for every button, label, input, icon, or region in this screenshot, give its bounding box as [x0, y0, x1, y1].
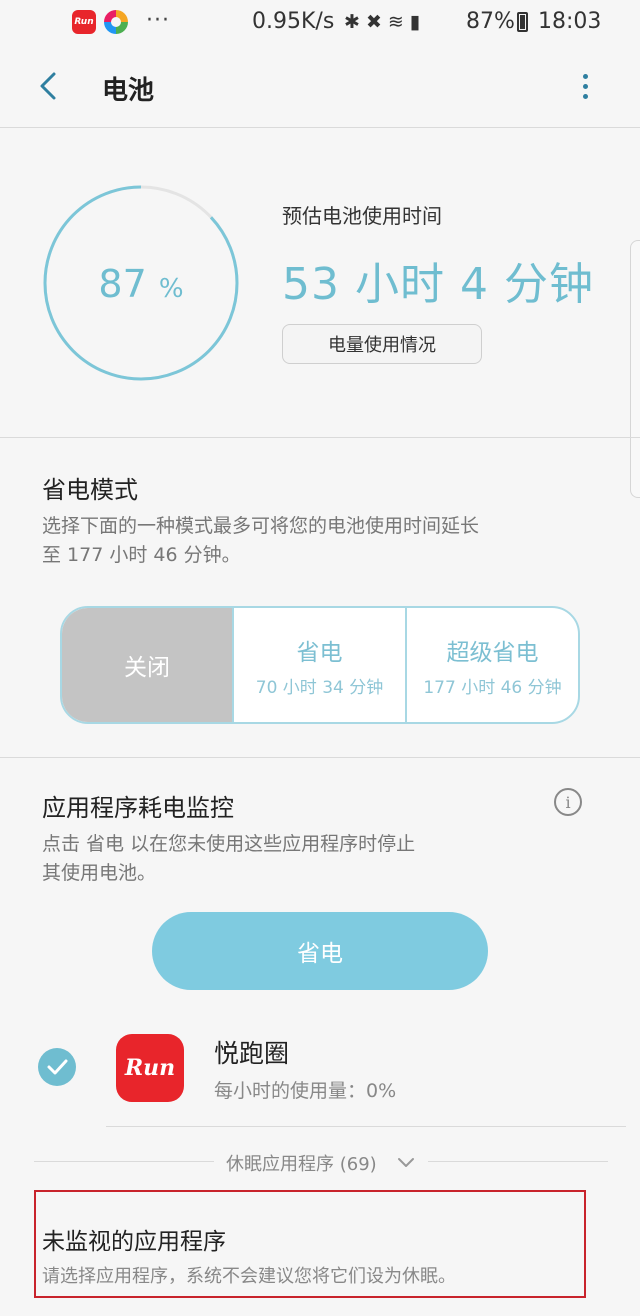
header-divider	[0, 127, 640, 128]
sleeping-apps-toggle[interactable]: 休眠应用程序 (69)	[226, 1150, 377, 1176]
status-icons: ✱ ✖ ≋ ▮	[344, 11, 421, 33]
unmonitored-description: 请选择应用程序，系统不会建议您将它们设为休眠。	[42, 1266, 456, 1287]
dot-icon	[582, 73, 588, 79]
chevron-left-icon	[40, 72, 56, 100]
dot-icon	[582, 93, 588, 99]
battery-percent-value: 87	[98, 262, 147, 306]
app-name: 悦跑圈	[214, 1039, 290, 1068]
chevron-down-icon[interactable]	[396, 1152, 416, 1172]
mode-power-saving-button[interactable]: 省电 70 小时 34 分钟	[232, 608, 405, 722]
app-monitor-title: 应用程序耗电监控	[42, 794, 234, 822]
battery-percent-unit: %	[158, 274, 184, 304]
app-monitor-description-line: 其使用电池。	[42, 862, 157, 884]
mode-name: 超级省电	[446, 639, 539, 666]
battery-usage-button[interactable]: 电量使用情况	[282, 324, 482, 364]
app-monitor-description: 点击 省电 以在您未使用这些应用程序时停止 其使用电池。	[42, 830, 415, 888]
scroll-handle[interactable]	[630, 240, 640, 498]
power-mode-selector: 关闭 省电 70 小时 34 分钟 超级省电 177 小时 46 分钟	[60, 606, 580, 724]
save-power-button[interactable]: 省电	[152, 912, 488, 990]
mode-name: 省电	[296, 639, 343, 666]
colorful-app-notification-icon	[104, 10, 128, 34]
power-mode-description-line: 至 177 小时 46 分钟。	[42, 544, 241, 566]
more-options-button[interactable]	[570, 66, 600, 106]
back-button[interactable]	[30, 66, 70, 106]
status-bar: Run ··· 0.95K/s ✱ ✖ ≋ ▮ 87% 18:03	[0, 0, 640, 44]
unmonitored-title: 未监视的应用程序	[42, 1229, 226, 1255]
section-divider	[0, 437, 640, 438]
power-mode-title: 省电模式	[42, 476, 138, 504]
run-app-notification-icon: Run	[72, 10, 96, 34]
power-mode-description: 选择下面的一种模式最多可将您的电池使用时间延长 至 177 小时 46 分钟。	[42, 512, 479, 570]
power-mode-description-line: 选择下面的一种模式最多可将您的电池使用时间延长	[42, 515, 480, 537]
dot-icon	[582, 83, 588, 89]
app-checkbox[interactable]	[38, 1048, 76, 1086]
expand-divider-right	[428, 1161, 608, 1162]
status-time: 18:03	[538, 9, 602, 34]
mode-off-button[interactable]: 关闭	[62, 608, 232, 722]
app-usage: 每小时的使用量：0%	[214, 1080, 397, 1102]
section-divider	[0, 757, 640, 758]
mode-duration: 70 小时 34 分钟	[255, 677, 384, 698]
network-speed: 0.95K/s	[252, 9, 335, 34]
mode-ultra-power-saving-button[interactable]: 超级省电 177 小时 46 分钟	[405, 608, 578, 722]
status-battery-percent: 87%	[466, 9, 515, 34]
more-notifications-icon: ···	[146, 8, 170, 33]
mode-name: 关闭	[124, 655, 170, 681]
page-title: 电池	[102, 76, 155, 106]
battery-percent: 87 %	[42, 262, 240, 306]
battery-icon	[517, 12, 528, 32]
estimate-time: 53 小时 4 分钟	[282, 259, 594, 310]
expand-divider-left	[34, 1161, 214, 1162]
info-icon[interactable]: i	[554, 788, 582, 816]
run-app-icon: Run	[116, 1034, 184, 1102]
app-monitor-description-line: 点击 省电 以在您未使用这些应用程序时停止	[42, 833, 416, 855]
estimate-label: 预估电池使用时间	[282, 204, 442, 228]
mode-duration: 177 小时 46 分钟	[423, 677, 562, 698]
list-divider	[106, 1126, 626, 1127]
check-icon	[47, 1059, 68, 1075]
